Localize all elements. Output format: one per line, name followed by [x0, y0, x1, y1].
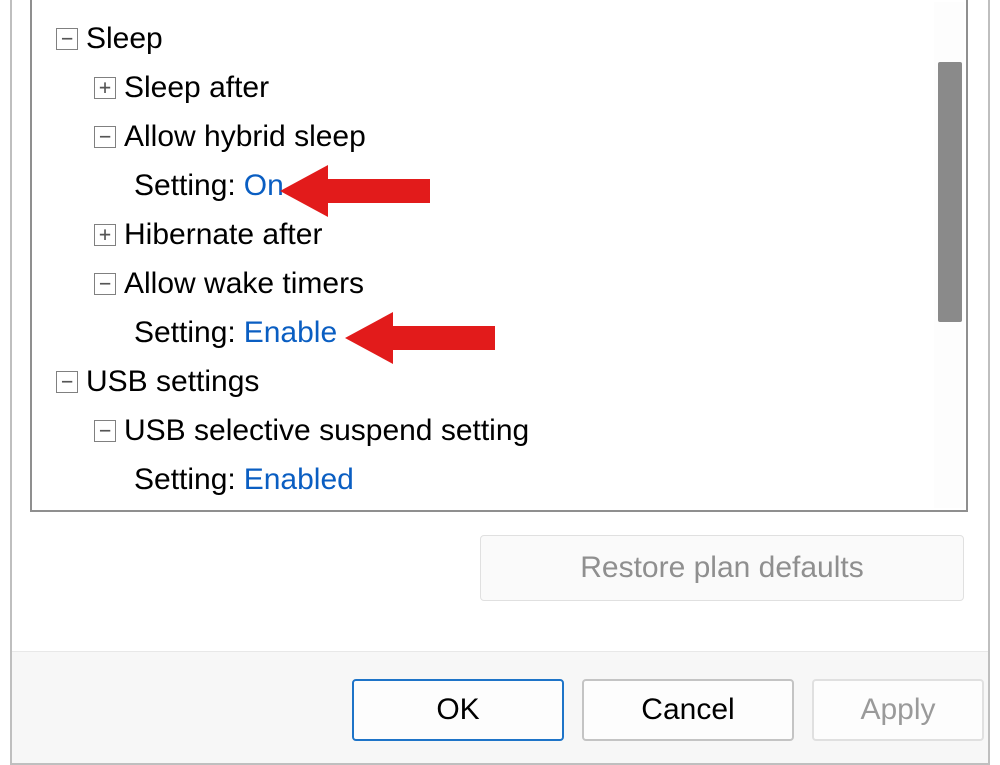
- tree-item-label: Sleep: [86, 24, 163, 54]
- tree-item-allow-wake-timers[interactable]: − Allow wake timers: [36, 259, 966, 308]
- tree-item-hibernate-after[interactable]: + Hibernate after: [36, 210, 966, 259]
- setting-prefix: Setting:: [134, 465, 236, 495]
- expand-icon[interactable]: +: [94, 77, 116, 99]
- tree-item-usb-selective-suspend[interactable]: − USB selective suspend setting: [36, 406, 966, 455]
- restore-plan-defaults-button: Restore plan defaults: [480, 535, 964, 601]
- tree-item-label: Allow wake timers: [124, 269, 364, 299]
- cancel-button[interactable]: Cancel: [582, 679, 794, 741]
- tree-item-allow-hybrid-sleep[interactable]: − Allow hybrid sleep: [36, 112, 966, 161]
- collapse-icon[interactable]: −: [56, 28, 78, 50]
- setting-value-usb-suspend[interactable]: Enabled: [244, 465, 354, 495]
- collapse-icon[interactable]: −: [56, 371, 78, 393]
- tree-item-label: Allow hybrid sleep: [124, 122, 366, 152]
- ok-button-label: OK: [436, 693, 479, 727]
- tree-item-label: Hibernate after: [124, 220, 322, 250]
- restore-plan-defaults-label: Restore plan defaults: [580, 551, 864, 585]
- tree-item-label: Sleep after: [124, 73, 269, 103]
- setting-row-usb-suspend[interactable]: Setting: Enabled: [36, 455, 966, 504]
- setting-row-hybrid-sleep[interactable]: Setting: On: [36, 161, 966, 210]
- setting-value-wake-timers[interactable]: Enable: [244, 318, 337, 348]
- tree-item-label: USB settings: [86, 367, 259, 397]
- settings-tree-panel: − Sleep + Sleep after − Allow hybrid sle…: [30, 0, 968, 512]
- dialog-body: − Sleep + Sleep after − Allow hybrid sle…: [10, 0, 990, 765]
- apply-button-label: Apply: [860, 693, 935, 727]
- collapse-icon[interactable]: −: [94, 126, 116, 148]
- apply-button: Apply: [812, 679, 984, 741]
- tree-item-usb-settings[interactable]: − USB settings: [36, 357, 966, 406]
- scrollbar-vertical[interactable]: [934, 2, 964, 508]
- setting-value-hybrid-sleep[interactable]: On: [244, 171, 284, 201]
- setting-row-wake-timers[interactable]: Setting: Enable: [36, 308, 966, 357]
- settings-tree: − Sleep + Sleep after − Allow hybrid sle…: [32, 0, 966, 504]
- tree-item-sleep-after[interactable]: + Sleep after: [36, 63, 966, 112]
- scrollbar-thumb[interactable]: [938, 62, 962, 322]
- expand-icon[interactable]: +: [94, 224, 116, 246]
- ok-button[interactable]: OK: [352, 679, 564, 741]
- setting-prefix: Setting:: [134, 171, 236, 201]
- setting-prefix: Setting:: [134, 318, 236, 348]
- cancel-button-label: Cancel: [641, 693, 734, 727]
- collapse-icon[interactable]: −: [94, 420, 116, 442]
- tree-item-label: USB selective suspend setting: [124, 416, 529, 446]
- tree-item-sleep[interactable]: − Sleep: [36, 14, 966, 63]
- collapse-icon[interactable]: −: [94, 273, 116, 295]
